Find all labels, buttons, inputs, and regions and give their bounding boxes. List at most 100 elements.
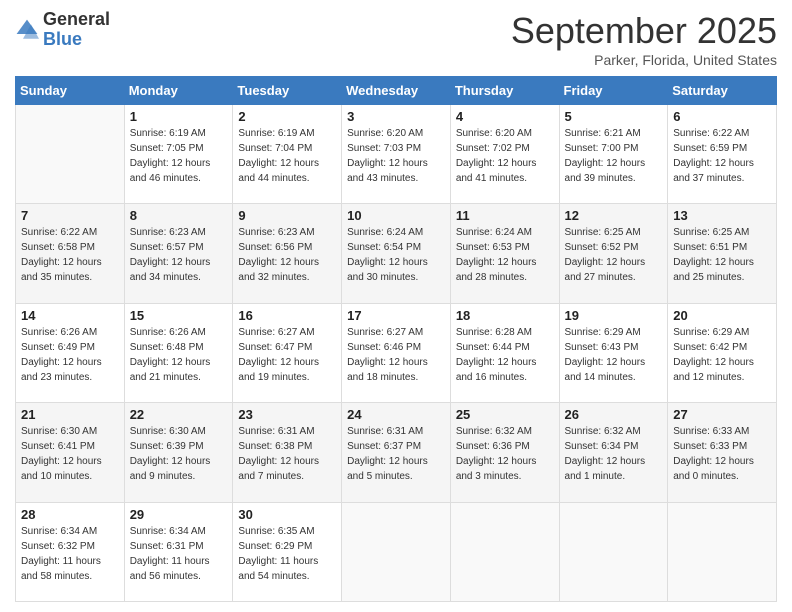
day-info: Sunrise: 6:22 AMSunset: 6:58 PMDaylight:… <box>21 225 119 285</box>
table-row: 15Sunrise: 6:26 AMSunset: 6:48 PMDayligh… <box>124 303 233 402</box>
table-row: 26Sunrise: 6:32 AMSunset: 6:34 PMDayligh… <box>559 403 668 502</box>
day-number: 22 <box>130 407 228 422</box>
sunset-text: Sunset: 6:56 PM <box>238 240 336 255</box>
sunrise-text: Sunrise: 6:23 AM <box>130 225 228 240</box>
sunset-text: Sunset: 6:43 PM <box>565 340 663 355</box>
header: General Blue September 2025 Parker, Flor… <box>15 10 777 68</box>
calendar-week-row: 21Sunrise: 6:30 AMSunset: 6:41 PMDayligh… <box>16 403 777 502</box>
calendar-week-row: 1Sunrise: 6:19 AMSunset: 7:05 PMDaylight… <box>16 105 777 204</box>
day-info: Sunrise: 6:32 AMSunset: 6:36 PMDaylight:… <box>456 424 554 484</box>
sunrise-text: Sunrise: 6:28 AM <box>456 325 554 340</box>
daylight-text: Daylight: 11 hours and 54 minutes. <box>238 554 336 584</box>
daylight-text: Daylight: 12 hours and 46 minutes. <box>130 156 228 186</box>
logo-blue: Blue <box>43 30 110 50</box>
sunrise-text: Sunrise: 6:25 AM <box>565 225 663 240</box>
day-info: Sunrise: 6:20 AMSunset: 7:03 PMDaylight:… <box>347 126 445 186</box>
calendar-header-row: Sunday Monday Tuesday Wednesday Thursday… <box>16 77 777 105</box>
table-row: 4Sunrise: 6:20 AMSunset: 7:02 PMDaylight… <box>450 105 559 204</box>
sunset-text: Sunset: 6:58 PM <box>21 240 119 255</box>
table-row: 6Sunrise: 6:22 AMSunset: 6:59 PMDaylight… <box>668 105 777 204</box>
sunrise-text: Sunrise: 6:23 AM <box>238 225 336 240</box>
sunset-text: Sunset: 6:48 PM <box>130 340 228 355</box>
daylight-text: Daylight: 12 hours and 34 minutes. <box>130 255 228 285</box>
daylight-text: Daylight: 11 hours and 58 minutes. <box>21 554 119 584</box>
day-number: 2 <box>238 109 336 124</box>
daylight-text: Daylight: 11 hours and 56 minutes. <box>130 554 228 584</box>
table-row: 5 Sunrise: 6:21 AMSunset: 7:00 PMDaylight… <box>559 105 668 204</box>
day-number: 14 <box>21 308 119 323</box>
sunset-text: Sunset: 6:42 PM <box>673 340 771 355</box>
sunset-text: Sunset: 6:33 PM <box>673 439 771 454</box>
sunset-text: Sunset: 7:04 PM <box>238 141 336 156</box>
table-row: 18 Sunrise: 6:28 AMSunset: 6:44 PMDayligh… <box>450 303 559 402</box>
day-number: 10 <box>347 208 445 223</box>
sunset-text: Sunset: 6:36 PM <box>456 439 554 454</box>
day-info: Sunrise: 6:26 AMSunset: 6:49 PMDaylight:… <box>21 325 119 385</box>
daylight-text: Daylight: 12 hours and 1 minute. <box>565 454 663 484</box>
table-row <box>559 502 668 601</box>
sunset-text: Sunset: 6:47 PM <box>238 340 336 355</box>
sunrise-text: Sunrise: 6:29 AM <box>673 325 771 340</box>
day-number: 9 <box>238 208 336 223</box>
table-row: 14 Sunrise: 6:26 AMSunset: 6:49 PMDayligh… <box>16 303 125 402</box>
day-info: Sunrise: 6:22 AMSunset: 6:59 PMDaylight:… <box>673 126 771 186</box>
day-info: Sunrise: 6:34 AMSunset: 6:32 PMDaylight:… <box>21 524 119 584</box>
page: General Blue September 2025 Parker, Flor… <box>0 0 792 612</box>
sunset-text: Sunset: 6:54 PM <box>347 240 445 255</box>
day-info: Sunrise: 6:29 AMSunset: 6:42 PMDaylight:… <box>673 325 771 385</box>
sunset-text: Sunset: 6:51 PM <box>673 240 771 255</box>
sunrise-text: Sunrise: 6:34 AM <box>130 524 228 539</box>
daylight-text: Daylight: 12 hours and 25 minutes. <box>673 255 771 285</box>
sunset-text: Sunset: 6:32 PM <box>21 539 119 554</box>
col-saturday: Saturday <box>668 77 777 105</box>
sunrise-text: Sunrise: 6:25 AM <box>673 225 771 240</box>
daylight-text: Daylight: 12 hours and 14 minutes. <box>565 355 663 385</box>
table-row <box>16 105 125 204</box>
day-number: 4 <box>456 109 554 124</box>
sunrise-text: Sunrise: 6:26 AM <box>130 325 228 340</box>
col-thursday: Thursday <box>450 77 559 105</box>
day-number: 19 <box>565 308 663 323</box>
day-number: 26 <box>565 407 663 422</box>
daylight-text: Daylight: 12 hours and 27 minutes. <box>565 255 663 285</box>
day-number: 28 <box>21 507 119 522</box>
day-number: 13 <box>673 208 771 223</box>
day-number: 24 <box>347 407 445 422</box>
table-row: 12Sunrise: 6:25 AMSunset: 6:52 PMDayligh… <box>559 204 668 303</box>
day-info: Sunrise: 6:23 AMSunset: 6:57 PMDaylight:… <box>130 225 228 285</box>
daylight-text: Daylight: 12 hours and 23 minutes. <box>21 355 119 385</box>
table-row: 27Sunrise: 6:33 AMSunset: 6:33 PMDayligh… <box>668 403 777 502</box>
day-info: Sunrise: 6:29 AMSunset: 6:43 PMDaylight:… <box>565 325 663 385</box>
table-row: 3 Sunrise: 6:20 AMSunset: 7:03 PMDaylight… <box>342 105 451 204</box>
daylight-text: Daylight: 12 hours and 28 minutes. <box>456 255 554 285</box>
sunrise-text: Sunrise: 6:20 AM <box>456 126 554 141</box>
sunset-text: Sunset: 7:02 PM <box>456 141 554 156</box>
sunrise-text: Sunrise: 6:22 AM <box>21 225 119 240</box>
sunrise-text: Sunrise: 6:24 AM <box>456 225 554 240</box>
daylight-text: Daylight: 12 hours and 7 minutes. <box>238 454 336 484</box>
day-number: 21 <box>21 407 119 422</box>
day-info: Sunrise: 6:28 AMSunset: 6:44 PMDaylight:… <box>456 325 554 385</box>
sunset-text: Sunset: 6:53 PM <box>456 240 554 255</box>
daylight-text: Daylight: 12 hours and 18 minutes. <box>347 355 445 385</box>
col-wednesday: Wednesday <box>342 77 451 105</box>
col-monday: Monday <box>124 77 233 105</box>
day-number: 18 <box>456 308 554 323</box>
sunset-text: Sunset: 6:52 PM <box>565 240 663 255</box>
sunrise-text: Sunrise: 6:32 AM <box>565 424 663 439</box>
table-row: 30Sunrise: 6:35 AMSunset: 6:29 PMDayligh… <box>233 502 342 601</box>
day-info: Sunrise: 6:21 AMSunset: 7:00 PMDaylight:… <box>565 126 663 186</box>
sunset-text: Sunset: 6:41 PM <box>21 439 119 454</box>
daylight-text: Daylight: 12 hours and 32 minutes. <box>238 255 336 285</box>
day-info: Sunrise: 6:31 AMSunset: 6:37 PMDaylight:… <box>347 424 445 484</box>
daylight-text: Daylight: 12 hours and 30 minutes. <box>347 255 445 285</box>
day-info: Sunrise: 6:23 AMSunset: 6:56 PMDaylight:… <box>238 225 336 285</box>
day-number: 11 <box>456 208 554 223</box>
day-number: 5 <box>565 109 663 124</box>
daylight-text: Daylight: 12 hours and 10 minutes. <box>21 454 119 484</box>
day-info: Sunrise: 6:27 AMSunset: 6:46 PMDaylight:… <box>347 325 445 385</box>
day-number: 3 <box>347 109 445 124</box>
table-row: 16Sunrise: 6:27 AMSunset: 6:47 PMDayligh… <box>233 303 342 402</box>
table-row: 10Sunrise: 6:24 AMSunset: 6:54 PMDayligh… <box>342 204 451 303</box>
day-info: Sunrise: 6:25 AMSunset: 6:51 PMDaylight:… <box>673 225 771 285</box>
